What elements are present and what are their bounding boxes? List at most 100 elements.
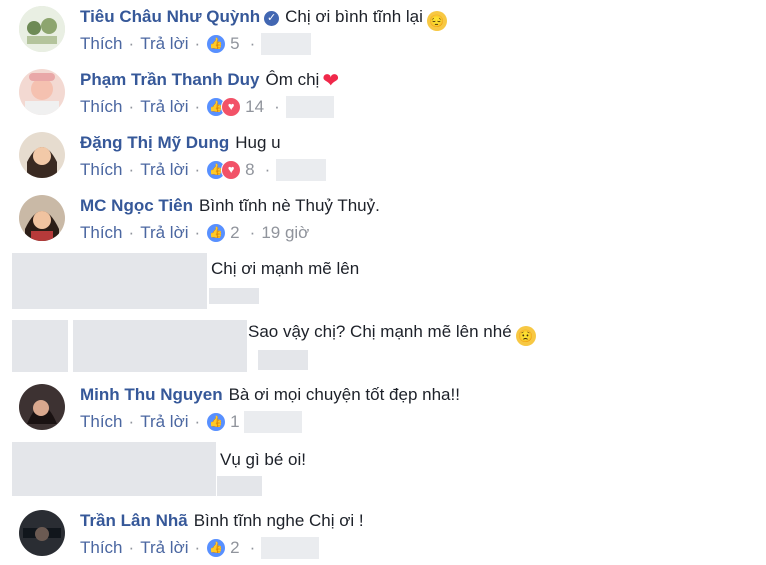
separator: ·: [249, 538, 256, 557]
separator: ·: [194, 97, 201, 116]
like-link[interactable]: Thích: [80, 411, 123, 433]
comment-body: Vụ gì bé oi!: [220, 449, 306, 471]
like-link[interactable]: Thích: [80, 96, 123, 118]
comment-text: Chị ơi mạnh mẽ lên: [211, 259, 360, 278]
love-reaction-icon: ♥: [221, 160, 242, 180]
commenter-name[interactable]: Đặng Thị Mỹ Dung: [80, 133, 229, 152]
comment-text: Hug u: [235, 133, 281, 152]
comment-body: Minh Thu Nguyen Bà ơi mọi chuyện tốt đẹp …: [80, 384, 460, 406]
comment-actions: Thích · Trả lời · 👍 2 · 19 giờ: [80, 222, 309, 244]
heart-icon: ❤: [322, 70, 340, 92]
separator: ·: [128, 34, 135, 53]
separator: ·: [194, 34, 201, 53]
reply-link[interactable]: Trả lời: [140, 33, 188, 55]
comment-text: Chị ơi bình tĩnh lại: [285, 7, 423, 26]
separator: ·: [249, 34, 256, 53]
redacted-author-block: [73, 320, 247, 372]
like-reaction-icon: 👍: [206, 538, 227, 558]
comment-body: MC Ngọc Tiên Bình tĩnh nè Thuỷ Thuỷ.: [80, 195, 380, 217]
comment-actions: Thích · Trả lời · 👍 ♥ 8 ·: [80, 159, 327, 181]
separator: ·: [194, 412, 201, 431]
reactions[interactable]: 👍 ♥: [206, 97, 242, 117]
separator: ·: [194, 160, 201, 179]
reactions[interactable]: 👍 ♥: [206, 160, 242, 180]
comment-actions: Thích · Trả lời · 👍 1: [80, 411, 302, 433]
verified-badge-icon: ✓: [264, 11, 280, 26]
pensive-face-icon: 😔: [426, 11, 447, 31]
worried-face-icon: 😟: [515, 326, 536, 346]
redacted-timestamp: [217, 476, 262, 496]
avatar[interactable]: [19, 69, 65, 115]
commenter-name[interactable]: MC Ngọc Tiên: [80, 196, 193, 215]
avatar[interactable]: [19, 195, 65, 241]
separator: ·: [128, 97, 135, 116]
reply-link[interactable]: Trả lời: [140, 159, 188, 181]
separator: ·: [128, 223, 135, 242]
like-reaction-icon: 👍: [206, 412, 227, 432]
comment-body: Trần Lân Nhã Bình tĩnh nghe Chị ơi !: [80, 510, 364, 532]
love-reaction-icon: ♥: [221, 97, 242, 117]
separator: ·: [249, 223, 256, 242]
separator: ·: [274, 97, 280, 116]
reactions[interactable]: 👍: [206, 223, 227, 243]
redacted-timestamp: [209, 288, 259, 304]
commenter-name[interactable]: Trần Lân Nhã: [80, 511, 188, 530]
redacted-avatar: [12, 320, 68, 372]
avatar[interactable]: [19, 510, 65, 556]
commenter-name[interactable]: Tiêu Châu Như Quỳnh: [80, 7, 260, 26]
timestamp[interactable]: 19 giờ: [261, 222, 309, 244]
redacted-timestamp: [243, 411, 302, 433]
like-link[interactable]: Thích: [80, 222, 123, 244]
like-reaction-icon: 👍: [206, 34, 227, 54]
like-link[interactable]: Thích: [80, 159, 123, 181]
separator: ·: [194, 538, 201, 557]
reactions[interactable]: 👍: [206, 412, 227, 432]
comment-body: Tiêu Châu Như Quỳnh ✓ Chị ơi bình tĩnh lại…: [80, 6, 447, 31]
comment-body: Phạm Trần Thanh Duy Ôm chị ❤: [80, 69, 339, 92]
redacted-timestamp: [285, 96, 334, 118]
redacted-timestamp: [258, 350, 308, 370]
redacted-timestamp: [261, 537, 320, 559]
comment-text: Bình tĩnh nghe Chị ơi !: [193, 511, 364, 530]
avatar[interactable]: [19, 384, 65, 430]
separator: ·: [128, 538, 135, 557]
commenter-name[interactable]: Minh Thu Nguyen: [80, 385, 223, 404]
redacted-timestamp: [276, 159, 327, 181]
reply-link[interactable]: Trả lời: [140, 537, 188, 559]
reaction-count: 2: [230, 538, 240, 557]
reactions[interactable]: 👍: [206, 34, 227, 54]
comment-body: Chị ơi mạnh mẽ lên: [211, 258, 359, 280]
redacted-author-block: [12, 253, 207, 309]
comment-body: Sao vậy chị? Chị mạnh mẽ lên nhé 😟: [248, 321, 536, 346]
separator: ·: [128, 412, 135, 431]
redacted-author-block: [12, 442, 216, 496]
reactions[interactable]: 👍: [206, 538, 227, 558]
reaction-count: 1: [230, 412, 240, 431]
avatar[interactable]: [19, 6, 65, 52]
redacted-timestamp: [261, 33, 312, 55]
separator: ·: [128, 160, 135, 179]
reaction-count: 5: [230, 34, 240, 53]
separator: ·: [194, 223, 201, 242]
avatar[interactable]: [19, 132, 65, 178]
like-reaction-icon: 👍: [206, 223, 227, 243]
comment-text: Bình tĩnh nè Thuỷ Thuỷ.: [199, 196, 380, 215]
comment-body: Đặng Thị Mỹ Dung Hug u: [80, 132, 281, 154]
commenter-name[interactable]: Phạm Trần Thanh Duy: [80, 70, 259, 89]
reply-link[interactable]: Trả lời: [140, 222, 188, 244]
comment-actions: Thích · Trả lời · 👍 5 ·: [80, 33, 312, 55]
comment-text: Bà ơi mọi chuyện tốt đẹp nha!!: [228, 385, 460, 404]
like-link[interactable]: Thích: [80, 537, 123, 559]
comment-text: Ôm chị: [265, 70, 320, 89]
reply-link[interactable]: Trả lời: [140, 96, 188, 118]
comment-actions: Thích · Trả lời · 👍 2 ·: [80, 537, 320, 559]
reaction-count: 14: [245, 97, 265, 116]
reaction-count: 8: [245, 160, 255, 179]
reply-link[interactable]: Trả lời: [140, 411, 188, 433]
comment-text: Sao vậy chị? Chị mạnh mẽ lên nhé: [248, 322, 512, 341]
comment-actions: Thích · Trả lời · 👍 ♥ 14 ·: [80, 96, 334, 118]
reaction-count: 2: [230, 223, 240, 242]
like-link[interactable]: Thích: [80, 33, 123, 55]
comment-text: Vụ gì bé oi!: [220, 450, 307, 469]
separator: ·: [264, 160, 271, 179]
